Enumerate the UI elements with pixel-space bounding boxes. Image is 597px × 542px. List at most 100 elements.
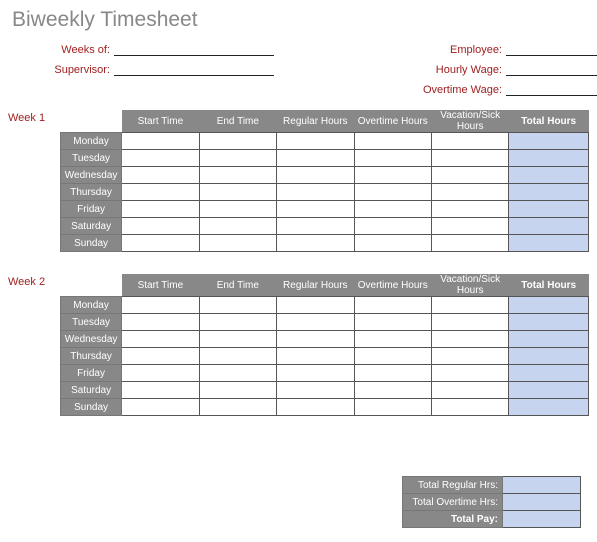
cell[interactable] xyxy=(199,218,276,235)
cell[interactable] xyxy=(431,167,508,184)
cell[interactable] xyxy=(199,331,276,348)
total-regular-label: Total Regular Hrs: xyxy=(403,477,503,494)
cell[interactable] xyxy=(354,331,431,348)
col-end-time: End Time xyxy=(199,274,276,297)
cell[interactable] xyxy=(354,399,431,416)
cell[interactable] xyxy=(277,365,354,382)
cell[interactable] xyxy=(122,331,199,348)
cell[interactable] xyxy=(431,235,508,252)
cell[interactable] xyxy=(431,314,508,331)
cell[interactable] xyxy=(354,150,431,167)
cell[interactable] xyxy=(199,184,276,201)
cell[interactable] xyxy=(354,184,431,201)
day-label: Thursday xyxy=(61,348,122,365)
cell[interactable] xyxy=(431,184,508,201)
cell[interactable] xyxy=(122,201,199,218)
cell[interactable] xyxy=(122,218,199,235)
employee-input[interactable] xyxy=(506,42,597,56)
cell[interactable] xyxy=(354,218,431,235)
total-overtime-value xyxy=(503,494,581,511)
total-cell xyxy=(509,348,589,365)
cell[interactable] xyxy=(122,150,199,167)
cell[interactable] xyxy=(199,382,276,399)
cell[interactable] xyxy=(122,382,199,399)
cell[interactable] xyxy=(277,297,354,314)
cell[interactable] xyxy=(431,331,508,348)
cell[interactable] xyxy=(122,167,199,184)
cell[interactable] xyxy=(354,382,431,399)
day-label: Wednesday xyxy=(61,331,122,348)
cell[interactable] xyxy=(431,218,508,235)
cell[interactable] xyxy=(431,365,508,382)
cell[interactable] xyxy=(354,201,431,218)
cell[interactable] xyxy=(199,167,276,184)
cell[interactable] xyxy=(122,314,199,331)
week-2-label: Week 2 xyxy=(8,274,60,416)
cell[interactable] xyxy=(122,365,199,382)
cell[interactable] xyxy=(122,133,199,150)
cell[interactable] xyxy=(277,235,354,252)
cell[interactable] xyxy=(354,314,431,331)
supervisor-label: Supervisor: xyxy=(44,64,110,76)
cell[interactable] xyxy=(354,133,431,150)
cell[interactable] xyxy=(199,365,276,382)
cell[interactable] xyxy=(199,150,276,167)
cell[interactable] xyxy=(122,297,199,314)
cell[interactable] xyxy=(122,399,199,416)
weeks-of-input[interactable] xyxy=(114,42,274,56)
col-regular-hours: Regular Hours xyxy=(277,274,354,297)
cell[interactable] xyxy=(277,150,354,167)
cell[interactable] xyxy=(354,235,431,252)
totals-block: Total Regular Hrs: Total Overtime Hrs: T… xyxy=(402,476,581,528)
cell[interactable] xyxy=(277,184,354,201)
cell[interactable] xyxy=(431,399,508,416)
cell[interactable] xyxy=(277,133,354,150)
hourly-wage-input[interactable] xyxy=(506,62,597,76)
col-total-hours: Total Hours xyxy=(509,110,589,133)
total-cell xyxy=(509,235,589,252)
cell[interactable] xyxy=(277,167,354,184)
cell[interactable] xyxy=(277,399,354,416)
cell[interactable] xyxy=(199,297,276,314)
cell[interactable] xyxy=(277,201,354,218)
day-label: Monday xyxy=(61,133,122,150)
employee-label: Employee: xyxy=(414,44,502,56)
cell[interactable] xyxy=(354,297,431,314)
supervisor-input[interactable] xyxy=(114,62,274,76)
day-label: Wednesday xyxy=(61,167,122,184)
cell[interactable] xyxy=(431,133,508,150)
cell[interactable] xyxy=(431,297,508,314)
week-1-table: Start Time End Time Regular Hours Overti… xyxy=(60,110,589,252)
header-fields: Weeks of: Supervisor: Employee: Hourly W… xyxy=(0,42,597,96)
overtime-wage-input[interactable] xyxy=(506,82,597,96)
cell[interactable] xyxy=(277,382,354,399)
cell[interactable] xyxy=(199,399,276,416)
total-cell xyxy=(509,297,589,314)
cell[interactable] xyxy=(122,235,199,252)
cell[interactable] xyxy=(199,133,276,150)
cell[interactable] xyxy=(431,382,508,399)
total-cell xyxy=(509,184,589,201)
cell[interactable] xyxy=(199,235,276,252)
cell[interactable] xyxy=(122,348,199,365)
overtime-wage-label: Overtime Wage: xyxy=(414,84,502,96)
cell[interactable] xyxy=(199,348,276,365)
day-label: Friday xyxy=(61,201,122,218)
cell[interactable] xyxy=(354,365,431,382)
col-vacation-sick: Vacation/Sick Hours xyxy=(431,274,508,297)
col-start-time: Start Time xyxy=(122,110,199,133)
cell[interactable] xyxy=(431,201,508,218)
cell[interactable] xyxy=(354,167,431,184)
cell[interactable] xyxy=(277,218,354,235)
cell[interactable] xyxy=(431,150,508,167)
cell[interactable] xyxy=(354,348,431,365)
col-start-time: Start Time xyxy=(122,274,199,297)
day-label: Saturday xyxy=(61,218,122,235)
cell[interactable] xyxy=(122,184,199,201)
cell[interactable] xyxy=(431,348,508,365)
cell[interactable] xyxy=(199,314,276,331)
cell[interactable] xyxy=(277,331,354,348)
cell[interactable] xyxy=(277,314,354,331)
cell[interactable] xyxy=(277,348,354,365)
cell[interactable] xyxy=(199,201,276,218)
